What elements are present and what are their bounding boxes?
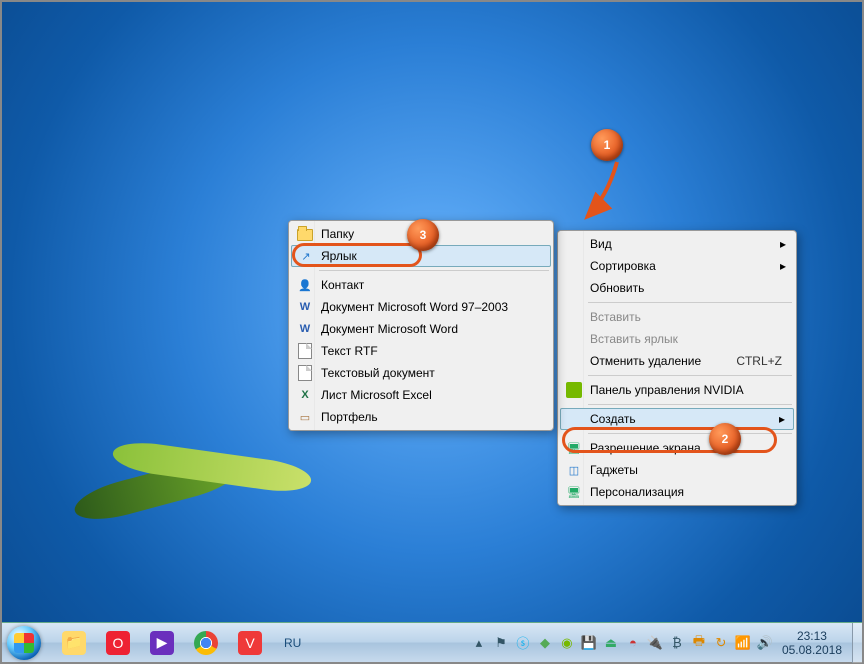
personalize-icon: 🖥 (566, 484, 582, 500)
context-menu-desktop: Вид▸ Сортировка▸ Обновить Вставить Встав… (557, 230, 797, 506)
menu-item-paste-shortcut: Вставить ярлык (560, 328, 794, 350)
submenu-item-excel[interactable]: XЛист Microsoft Excel (291, 384, 551, 406)
chrome-icon (194, 631, 218, 655)
play-icon: ▶ (150, 631, 174, 655)
system-tray: ▴ ⚑ ⓢ ◆ ◉ 💾 ⏏ ◓ 🔌 ₿ 🖶 ↻ 📶 🔊 23:13 05.08.… (468, 623, 862, 662)
folder-icon (297, 226, 313, 242)
taskbar-app-player[interactable]: ▶ (142, 627, 182, 659)
submenu-item-word97[interactable]: WДокумент Microsoft Word 97–2003 (291, 296, 551, 318)
menu-item-nvidia[interactable]: Панель управления NVIDIA (560, 379, 794, 401)
taskbar-app-chrome[interactable] (186, 627, 226, 659)
taskbar-app-opera[interactable]: O (98, 627, 138, 659)
tray-app-icon[interactable]: ◆ (536, 634, 554, 652)
tray-power-icon[interactable]: 🔌 (646, 634, 664, 652)
tray-skype-icon[interactable]: ⓢ (514, 634, 532, 652)
menu-item-paste: Вставить (560, 306, 794, 328)
submenu-item-word[interactable]: WДокумент Microsoft Word (291, 318, 551, 340)
document-icon (297, 365, 313, 381)
menu-item-view[interactable]: Вид▸ (560, 233, 794, 255)
document-icon (297, 343, 313, 359)
tray-printer-icon[interactable]: 🖶 (690, 634, 708, 652)
context-submenu-new: Папку ↗Ярлык 👤Контакт WДокумент Microsof… (288, 220, 554, 431)
callout-1: 1 (591, 129, 623, 161)
show-desktop-button[interactable] (852, 623, 862, 663)
tray-sync-icon[interactable]: ↻ (712, 634, 730, 652)
windows-logo-icon (7, 626, 41, 660)
contact-icon: 👤 (297, 277, 313, 293)
word-icon: W (297, 299, 313, 315)
nvidia-icon (566, 382, 582, 398)
submenu-item-contact[interactable]: 👤Контакт (291, 274, 551, 296)
monitor-icon: 🖥 (566, 440, 582, 456)
menu-item-gadgets[interactable]: ◫Гаджеты (560, 459, 794, 481)
submenu-item-txt[interactable]: Текстовый документ (291, 362, 551, 384)
word-icon: W (297, 321, 313, 337)
excel-icon: X (297, 387, 313, 403)
taskbar-app-explorer[interactable]: 📁 (54, 627, 94, 659)
menu-item-refresh[interactable]: Обновить (560, 277, 794, 299)
gadget-icon: ◫ (566, 462, 582, 478)
taskbar-app-vivaldi[interactable]: V (230, 627, 270, 659)
tray-network-icon[interactable]: 📶 (734, 634, 752, 652)
menu-item-undo-delete[interactable]: Отменить удалениеCTRL+Z (560, 350, 794, 372)
taskbar: 📁 O ▶ V RU ▴ ⚑ ⓢ ◆ ◉ 💾 ⏏ ◓ 🔌 ₿ 🖶 ↻ 📶 🔊 2… (2, 622, 862, 662)
language-indicator[interactable]: RU (278, 634, 307, 652)
tray-show-hidden-icon[interactable]: ▴ (470, 634, 488, 652)
start-button[interactable] (2, 623, 46, 663)
tray-volume-icon[interactable]: 🔊 (756, 634, 774, 652)
menu-item-new[interactable]: Создать▸ (560, 408, 794, 430)
submenu-item-briefcase[interactable]: ▭Портфель (291, 406, 551, 428)
tray-flag-icon[interactable]: ⚑ (492, 634, 510, 652)
taskbar-clock[interactable]: 23:13 05.08.2018 (776, 629, 852, 657)
briefcase-icon: ▭ (297, 409, 313, 425)
chevron-right-icon: ▸ (779, 412, 785, 426)
menu-item-resolution[interactable]: 🖥Разрешение экрана (560, 437, 794, 459)
menu-item-personalize[interactable]: 🖥Персонализация (560, 481, 794, 503)
wallpaper-decoration (72, 432, 332, 572)
tray-nvidia-icon[interactable]: ◉ (558, 634, 576, 652)
tray-shield-icon[interactable]: ◓ (624, 634, 642, 652)
opera-icon: O (106, 631, 130, 655)
folder-icon: 📁 (62, 631, 86, 655)
vivaldi-icon: V (238, 631, 262, 655)
tray-disk-icon[interactable]: 💾 (580, 634, 598, 652)
chevron-right-icon: ▸ (780, 237, 786, 251)
chevron-right-icon: ▸ (780, 259, 786, 273)
tray-eject-icon[interactable]: ⏏ (602, 634, 620, 652)
desktop[interactable]: 1 Вид▸ Сортировка▸ Обновить Вставить Вст… (2, 2, 862, 662)
callout-2: 2 (709, 423, 741, 455)
menu-item-sort[interactable]: Сортировка▸ (560, 255, 794, 277)
submenu-item-rtf[interactable]: Текст RTF (291, 340, 551, 362)
callout-3: 3 (407, 219, 439, 251)
tray-bluetooth-icon[interactable]: ₿ (668, 634, 686, 652)
shortcut-icon: ↗ (298, 248, 314, 264)
